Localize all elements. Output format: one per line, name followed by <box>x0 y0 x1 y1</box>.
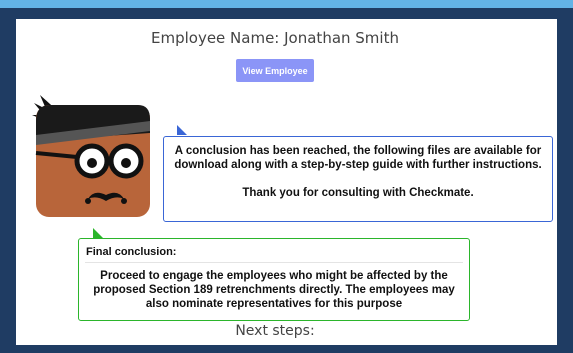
checkmate-mascot-icon <box>30 91 160 236</box>
divider <box>85 262 463 263</box>
final-conclusion-title: Final conclusion: <box>86 246 177 258</box>
employee-name-heading: Employee Name: Jonathan Smith <box>151 29 399 47</box>
next-steps-heading: Next steps: <box>235 323 315 339</box>
thank-you-text: Thank you for consulting with Checkmate. <box>242 187 474 199</box>
info-message-bubble: A conclusion has been reached, the follo… <box>163 136 553 222</box>
conclusion-info-text: A conclusion has been reached, the follo… <box>174 145 542 171</box>
view-employee-button[interactable]: View Employee <box>236 59 314 82</box>
final-conclusion-text: Proceed to engage the employees who migh… <box>93 270 455 310</box>
top-accent-bar <box>0 0 573 8</box>
final-conclusion-bubble: Final conclusion: Proceed to engage the … <box>78 238 470 321</box>
conclusion-bubble-tail <box>93 228 103 238</box>
info-bubble-tail <box>177 125 187 135</box>
content-panel: Employee Name: Jonathan Smith View Emplo… <box>16 19 557 345</box>
